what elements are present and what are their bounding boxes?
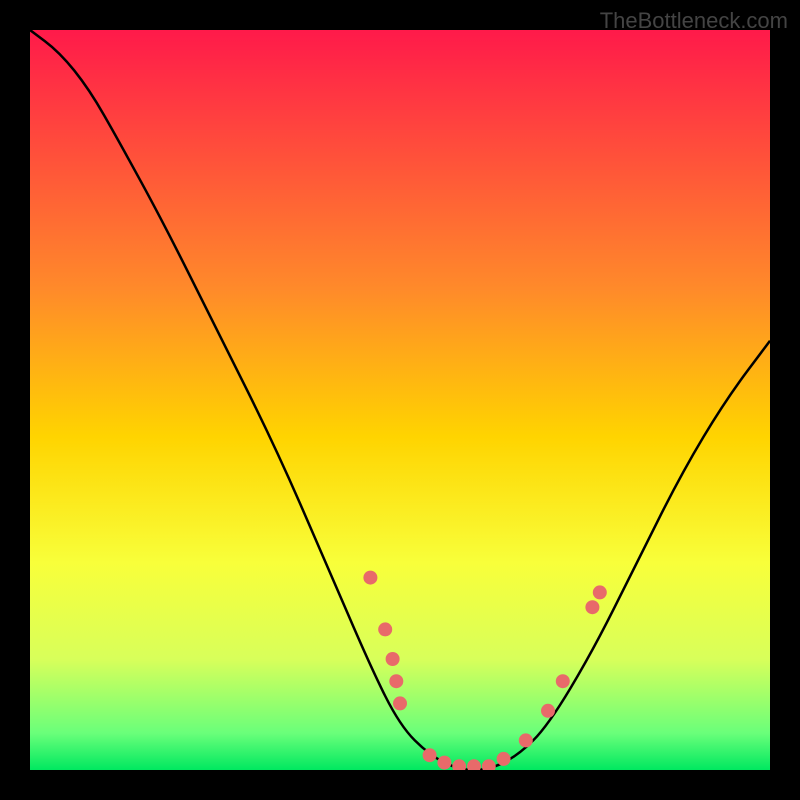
highlight-dot [585,600,599,614]
highlight-dot [389,674,403,688]
highlight-dot [386,652,400,666]
highlight-dot [497,752,511,766]
highlight-dot [423,748,437,762]
chart-container: TheBottleneck.com [0,0,800,800]
highlight-dot [437,756,451,770]
highlight-dot [393,696,407,710]
watermark-text: TheBottleneck.com [600,8,788,34]
highlight-dot [519,733,533,747]
highlight-dot [378,622,392,636]
highlight-dot [556,674,570,688]
chart-svg [30,30,770,770]
highlight-dot [593,585,607,599]
gradient-background [30,30,770,770]
highlight-dot [363,571,377,585]
highlight-dot [541,704,555,718]
